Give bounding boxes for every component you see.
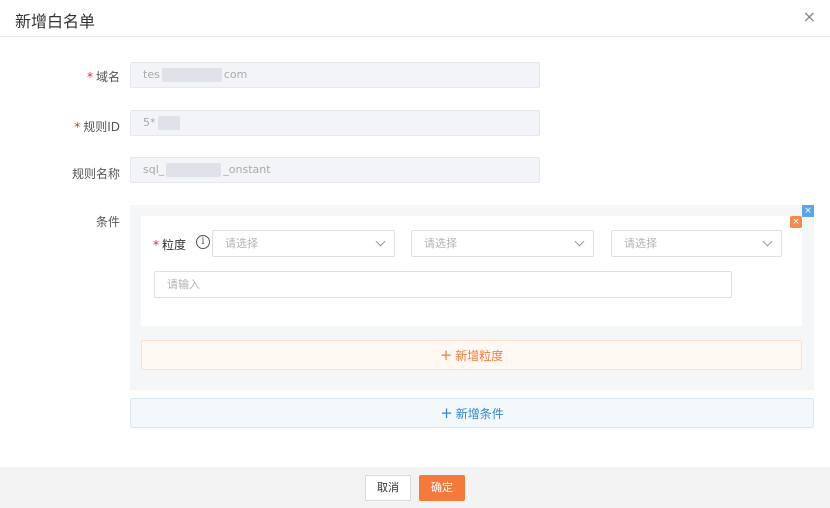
add-granularity-button[interactable]: + 新增粒度	[141, 340, 802, 370]
rule-id-label: * 规则ID	[74, 120, 120, 134]
add-condition-button[interactable]: + 新增条件	[130, 398, 814, 428]
rule-id-field[interactable]: 5*	[130, 110, 540, 136]
plus-icon: +	[440, 404, 453, 422]
chevron-down-icon	[375, 236, 386, 247]
domain-field[interactable]: tes com	[130, 62, 540, 88]
granularity-card: * 粒度 i 请选择 请选择 请选择 请输入	[141, 216, 802, 326]
redaction-mask	[157, 116, 180, 130]
granularity-select-2[interactable]: 请选择	[411, 230, 594, 257]
rule-name-field[interactable]: sql_ _onstant	[130, 157, 540, 183]
rule-name-label: 规则名称	[71, 167, 120, 181]
cancel-button[interactable]: 取消	[365, 475, 411, 501]
chevron-down-icon	[574, 236, 585, 247]
required-mark: *	[153, 238, 159, 252]
dialog-footer: 取消 确定	[0, 467, 830, 508]
redaction-mask	[161, 68, 222, 82]
remove-granularity-icon[interactable]: ×	[790, 216, 802, 228]
granularity-label: * 粒度	[153, 238, 187, 252]
domain-label: * 域名	[86, 70, 120, 84]
info-icon[interactable]: i	[196, 235, 210, 249]
redaction-mask	[166, 163, 222, 177]
granularity-select-3[interactable]: 请选择	[611, 230, 782, 257]
confirm-button[interactable]: 确定	[419, 475, 465, 501]
remove-condition-icon[interactable]: ×	[802, 205, 814, 217]
required-mark: *	[86, 70, 93, 84]
granularity-value-input[interactable]: 请输入	[154, 271, 732, 298]
close-icon[interactable]: ×	[803, 7, 816, 26]
plus-icon: +	[439, 346, 453, 364]
granularity-select-1[interactable]: 请选择	[212, 230, 395, 257]
condition-group: * 粒度 i 请选择 请选择 请选择 请输入 + 新增粒度	[130, 205, 814, 390]
dialog-title: 新增白名单	[15, 12, 96, 31]
required-mark: *	[74, 120, 81, 134]
dialog-header: 新增白名单 ×	[0, 0, 830, 37]
chevron-down-icon	[762, 236, 773, 247]
conditions-label: 条件	[95, 215, 120, 229]
